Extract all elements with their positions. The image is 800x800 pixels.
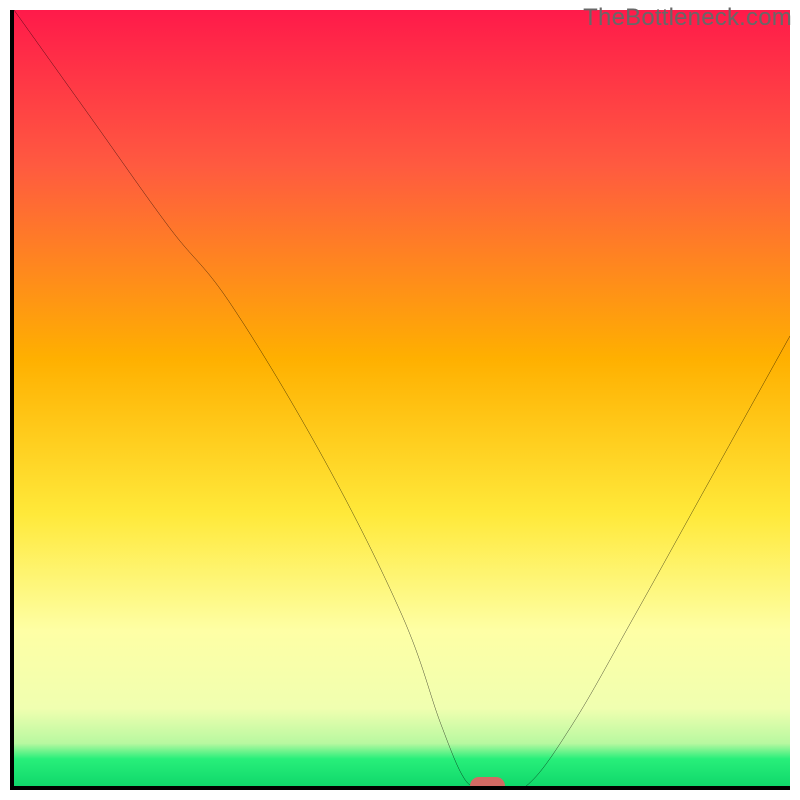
bottleneck-curve: [14, 10, 790, 786]
plot-area: [10, 10, 790, 790]
watermark-text: TheBottleneck.com: [583, 4, 792, 32]
chart-container: TheBottleneck.com: [0, 0, 800, 800]
optimal-marker: [470, 777, 505, 790]
